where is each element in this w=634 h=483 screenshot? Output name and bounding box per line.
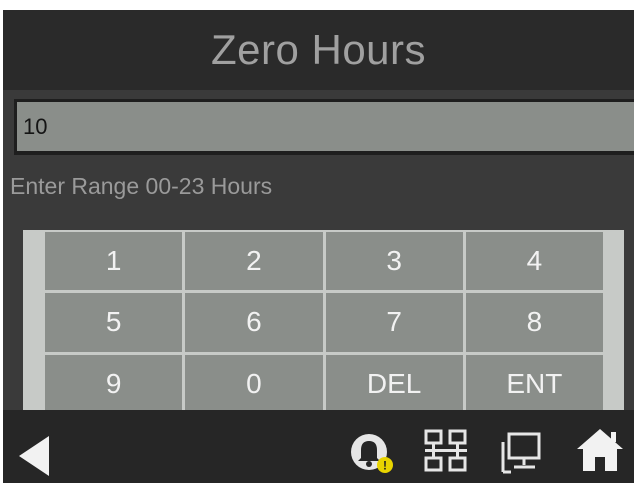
- value-field-border: 10: [14, 99, 634, 155]
- alarm-button[interactable]: !: [349, 428, 395, 478]
- key-7[interactable]: 7: [325, 293, 463, 352]
- header-bar: Zero Hours: [3, 10, 634, 90]
- key-5[interactable]: 5: [45, 293, 183, 352]
- home-button[interactable]: [575, 426, 625, 474]
- back-arrow-icon: [19, 436, 49, 476]
- back-button[interactable]: [15, 434, 55, 478]
- screen: Zero Hours 10 Enter Range 00-23 Hours 1 …: [3, 10, 634, 483]
- value-input[interactable]: 10: [17, 102, 634, 151]
- key-4[interactable]: 4: [465, 232, 603, 291]
- key-9[interactable]: 9: [45, 354, 183, 413]
- key-2[interactable]: 2: [185, 232, 323, 291]
- footer-bar: !: [3, 410, 634, 483]
- keypad-frame: 1 2 3 4 5 6 7 8 9 0 DEL ENT: [23, 230, 624, 413]
- key-6[interactable]: 6: [185, 293, 323, 352]
- monitor-icon: [501, 432, 541, 474]
- key-8[interactable]: 8: [465, 293, 603, 352]
- delete-key[interactable]: DEL: [325, 354, 463, 413]
- key-3[interactable]: 3: [325, 232, 463, 291]
- keypad: 1 2 3 4 5 6 7 8 9 0 DEL ENT: [45, 232, 603, 413]
- key-0[interactable]: 0: [185, 354, 323, 413]
- enter-key[interactable]: ENT: [465, 354, 603, 413]
- network-button[interactable]: [423, 428, 469, 474]
- network-icon: [424, 429, 467, 472]
- home-icon: [577, 429, 623, 471]
- page-title: Zero Hours: [210, 26, 427, 73]
- key-1[interactable]: 1: [45, 232, 183, 291]
- alarm-bell-icon: !: [351, 434, 393, 473]
- range-hint: Enter Range 00-23 Hours: [10, 173, 273, 199]
- monitor-button[interactable]: [499, 430, 545, 474]
- alarm-badge: !: [383, 459, 387, 473]
